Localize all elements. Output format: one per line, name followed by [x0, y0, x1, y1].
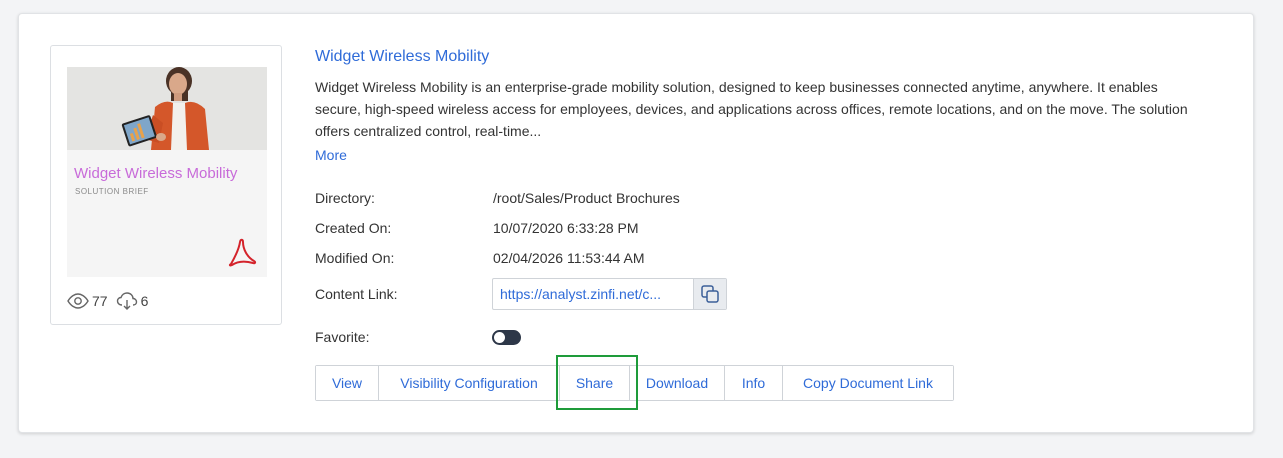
views-stat: 77: [67, 293, 108, 309]
directory-value: /root/Sales/Product Brochures: [493, 190, 680, 206]
share-button[interactable]: Share: [560, 366, 630, 400]
action-buttons: View Visibility Configuration Share Down…: [315, 365, 954, 401]
modified-on-value: 02/04/2026 11:53:44 AM: [493, 250, 645, 266]
directory-label: Directory:: [315, 190, 375, 206]
download-button[interactable]: Download: [630, 366, 725, 400]
asset-title[interactable]: Widget Wireless Mobility: [315, 48, 489, 66]
asset-description: Widget Wireless Mobility is an enterpris…: [315, 79, 1188, 139]
thumbnail-subtitle: SOLUTION BRIEF: [75, 187, 149, 196]
thumbnail-card: Widget Wireless Mobility SOLUTION BRIEF …: [50, 45, 282, 325]
favorite-label: Favorite:: [315, 329, 370, 345]
info-button[interactable]: Info: [725, 366, 783, 400]
scrollbar-track[interactable]: [1273, 0, 1283, 458]
copy-icon: [701, 285, 719, 303]
thumbnail-photo: [67, 67, 267, 150]
created-on-label: Created On:: [315, 220, 392, 236]
created-on-value: 10/07/2020 6:33:28 PM: [493, 220, 639, 236]
asset-card: Widget Wireless Mobility SOLUTION BRIEF …: [18, 13, 1254, 433]
content-link-label: Content Link:: [315, 286, 398, 302]
modified-on-label: Modified On:: [315, 250, 395, 266]
content-link-value[interactable]: https://analyst.zinfi.net/c...: [493, 286, 693, 302]
pdf-icon: [228, 238, 257, 267]
asset-stats: 77 6: [67, 292, 156, 310]
downloads-count: 6: [140, 293, 149, 309]
view-button[interactable]: View: [316, 366, 379, 400]
thumbnail-title: Widget Wireless Mobility: [74, 165, 238, 182]
visibility-configuration-button[interactable]: Visibility Configuration: [379, 366, 560, 400]
views-count: 77: [92, 293, 108, 309]
more-link[interactable]: More: [315, 147, 347, 163]
document-thumbnail[interactable]: Widget Wireless Mobility SOLUTION BRIEF: [67, 67, 267, 277]
content-link-field: https://analyst.zinfi.net/c...: [492, 278, 727, 310]
favorite-toggle[interactable]: [492, 330, 521, 345]
copy-document-link-button[interactable]: Copy Document Link: [783, 366, 953, 400]
eye-icon: [67, 293, 89, 309]
copy-link-button[interactable]: [693, 279, 726, 309]
toggle-knob: [494, 332, 505, 343]
cloud-download-icon: [116, 292, 137, 310]
downloads-stat: 6: [116, 292, 149, 310]
